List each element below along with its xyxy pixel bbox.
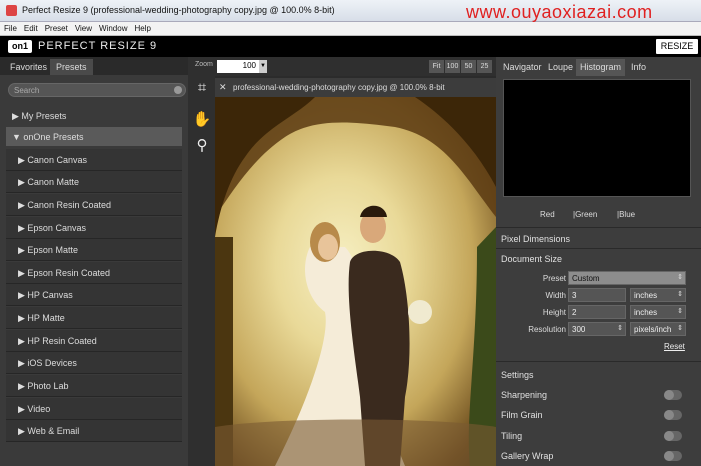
zoom-100-button[interactable]: 100	[445, 60, 460, 73]
preset-canon-canvas[interactable]: ▶ Canon Canvas	[6, 149, 182, 171]
gallery-wrap-toggle[interactable]	[664, 451, 682, 461]
resolution-unit: pixels/inch	[634, 325, 672, 334]
watermark-text: www.ouyaoxiazai.com	[466, 2, 653, 22]
preset-canon-matte[interactable]: ▶ Canon Matte	[6, 171, 182, 193]
histogram-display	[503, 79, 691, 197]
preset-epson-canvas[interactable]: ▶ Epson Canvas	[6, 217, 182, 239]
right-tabs: Navigator Loupe Histogram Info	[496, 59, 701, 76]
menu-edit[interactable]: Edit	[20, 22, 41, 33]
preset-hp-canvas[interactable]: ▶ HP Canvas	[6, 284, 182, 306]
divider	[496, 227, 701, 228]
zoom-label: Zoom	[195, 61, 213, 68]
zoom-icon[interactable]: ⚲	[192, 136, 212, 156]
preset-select[interactable]: Custom ⇕	[568, 271, 686, 285]
window-title: Perfect Resize 9 (professional-wedding-p…	[22, 5, 335, 15]
width-unit: inches	[634, 291, 658, 300]
left-tabs: Favorites Presets	[0, 57, 188, 75]
search-placeholder: Search	[14, 86, 40, 95]
preset-epson-matte[interactable]: ▶ Epson Matte	[6, 239, 182, 261]
channel-blue[interactable]: |Blue	[617, 210, 635, 219]
height-input[interactable]: 2	[568, 305, 626, 319]
channel-green[interactable]: |Green	[573, 210, 597, 219]
on1-logo: on1	[8, 40, 32, 53]
preset-hp-resin-coated[interactable]: ▶ HP Resin Coated	[6, 330, 182, 352]
resolution-label: Resolution	[528, 325, 566, 334]
updown-icon: ⇕	[677, 325, 683, 332]
preset-value: Custom	[572, 274, 600, 283]
updown-icon: ⇕	[617, 325, 623, 332]
preset-canon-resin-coated[interactable]: ▶ Canon Resin Coated	[6, 194, 182, 216]
tab-loupe[interactable]: Loupe	[544, 59, 577, 76]
zoom-dropdown-icon[interactable]: ▼	[259, 60, 267, 73]
preset-web-email[interactable]: ▶ Web & Email	[6, 420, 182, 442]
clear-search-icon[interactable]	[174, 86, 182, 94]
resolution-value: 300	[572, 325, 586, 334]
tab-presets[interactable]: Presets	[50, 59, 93, 75]
tab-histogram[interactable]: Histogram	[576, 59, 626, 76]
resolution-unit-select[interactable]: pixels/inch ⇕	[630, 322, 686, 336]
document-tab[interactable]: ✕ professional-wedding-photography copy.…	[215, 78, 496, 97]
updown-icon: ⇕	[677, 308, 683, 315]
settings-header[interactable]: Settings	[496, 365, 701, 385]
brand-bar: on1 PERFECT RESIZE 9 RESIZE	[0, 36, 701, 57]
preset-video[interactable]: ▶ Video	[6, 398, 182, 420]
section-onone-presets[interactable]: ▼ onOne Presets	[6, 127, 182, 146]
height-unit: inches	[634, 308, 658, 317]
zoom-bar: Zoom 100 ▼ Fit 100 50 25	[188, 57, 496, 76]
section-my-presets[interactable]: ▶ My Presets	[6, 106, 182, 125]
histogram-channels: Red |Green |Blue	[496, 210, 701, 224]
wedding-photo	[215, 97, 496, 466]
tiling-toggle[interactable]	[664, 431, 682, 441]
menu-window[interactable]: Window	[95, 22, 130, 33]
reset-link[interactable]: Reset	[664, 342, 685, 351]
zoom-50-button[interactable]: 50	[461, 60, 476, 73]
preset-ios-devices[interactable]: ▶ iOS Devices	[6, 352, 182, 374]
search-input[interactable]: Search	[8, 83, 186, 97]
sharpening-toggle[interactable]	[664, 390, 682, 400]
pixel-dimensions-header[interactable]: Pixel Dimensions	[496, 229, 701, 249]
film-grain-toggle[interactable]	[664, 410, 682, 420]
presets-panel: Favorites Presets Search ▶ My Presets ▼ …	[0, 57, 188, 466]
app-icon	[6, 5, 17, 16]
height-unit-select[interactable]: inches ⇕	[630, 305, 686, 319]
image-canvas[interactable]	[215, 97, 496, 466]
close-icon[interactable]: ✕	[219, 82, 227, 93]
info-panel: Navigator Loupe Histogram Info Red |Gree…	[496, 57, 701, 466]
document-name: professional-wedding-photography copy.jp…	[233, 83, 445, 92]
resize-button[interactable]: RESIZE	[656, 39, 698, 54]
updown-icon: ⇕	[677, 274, 683, 281]
resolution-input[interactable]: 300 ⇕	[568, 322, 626, 336]
product-name: PERFECT RESIZE 9	[38, 40, 158, 52]
preset-photo-lab[interactable]: ▶ Photo Lab	[6, 375, 182, 397]
height-label: Height	[542, 308, 566, 317]
preset-label: Preset	[542, 274, 566, 283]
menu-preset[interactable]: Preset	[41, 22, 71, 33]
divider	[496, 361, 701, 362]
zoom-fit-button[interactable]: Fit	[429, 60, 444, 73]
tab-favorites[interactable]: Favorites	[4, 59, 53, 75]
updown-icon: ⇕	[677, 291, 683, 298]
title-bar: Perfect Resize 9 (professional-wedding-p…	[0, 0, 701, 22]
preset-hp-matte[interactable]: ▶ HP Matte	[6, 307, 182, 329]
tab-info[interactable]: Info	[627, 59, 650, 76]
document-size-header[interactable]: Document Size	[496, 249, 701, 269]
menu-file[interactable]: File	[0, 22, 20, 33]
width-input[interactable]: 3	[568, 288, 626, 302]
crop-icon[interactable]: ⌗	[192, 78, 212, 98]
tab-navigator[interactable]: Navigator	[499, 59, 546, 76]
width-label: Width	[545, 291, 566, 300]
menu-bar: File Edit Preset View Window Help	[0, 22, 701, 36]
zoom-input[interactable]: 100	[217, 60, 259, 73]
tool-strip: ⌗ ✋ ⚲	[188, 76, 215, 466]
hand-icon[interactable]: ✋	[192, 110, 212, 130]
menu-view[interactable]: View	[71, 22, 95, 33]
menu-help[interactable]: Help	[130, 22, 153, 33]
zoom-25-button[interactable]: 25	[477, 60, 492, 73]
width-unit-select[interactable]: inches ⇕	[630, 288, 686, 302]
preset-epson-resin-coated[interactable]: ▶ Epson Resin Coated	[6, 262, 182, 284]
channel-red[interactable]: Red	[540, 210, 555, 219]
